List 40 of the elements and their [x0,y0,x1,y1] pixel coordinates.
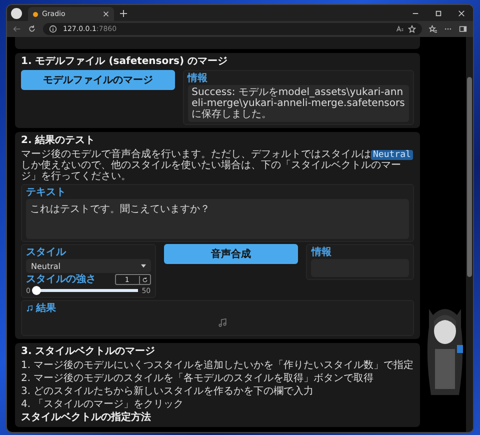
read-aloud-icon[interactable] [396,25,404,33]
reset-icon[interactable] [142,276,148,282]
step-text: 1. マージ後のモデルにいくつスタイルを追加したいかを「作りたいスタイル数」で指定 [21,360,414,371]
music-note-icon [26,305,33,312]
new-tab-icon[interactable] [120,10,127,16]
info-output: Success: モデルをmodel_assets\yukari-anneli-merge\yukari-anneli-merge.safetensorsに保存しました。 [188,85,409,122]
info-icon [49,25,57,33]
field-label: 情報 [311,247,332,258]
scrollbar[interactable] [466,37,473,432]
music-note-icon [218,318,226,327]
field-label: テキスト [26,187,67,198]
field-label: 結果 [36,303,56,314]
favicon-icon [33,12,38,16]
subsection-heading: スタイルベクトルの指定方法 [21,412,152,424]
merge-button[interactable]: モデルファイルのマージ [21,70,175,90]
step-text: 2. マージ後のモデルのスタイルを「各モデルのスタイルを取得」ボタンで取得 [21,373,375,384]
style-dropdown[interactable]: Neutral [26,259,151,273]
star-icon[interactable] [408,25,416,33]
close-icon[interactable] [103,11,109,17]
step-text: 3. どのスタイルたちから新しいスタイルを作るかを下の欄で入力 [21,386,315,397]
field-label: スタイルの強さ [26,274,96,285]
dropdown-value: Neutral [31,262,61,270]
profile-icon[interactable] [11,8,22,18]
section-heading: 1. モデルファイル (safetensors) のマージ [21,56,229,68]
section-heading: 3. スタイルベクトルのマージ [21,346,156,358]
description-text: マージ後のモデルで音声合成を行います。ただし、デフォルトではスタイルは Neutral しか使えないので、他のスタイルを使いたい場合は、下の「スタイルベクトルのマージ」を行ってください。 [21,149,414,182]
strength-slider[interactable] [34,286,138,295]
maximize-icon[interactable] [435,10,442,16]
caret-icon [140,264,146,268]
close-icon[interactable] [458,10,465,16]
sidebar-icon[interactable] [459,25,467,33]
reload-icon[interactable] [28,25,36,33]
field-label: スタイル [26,247,68,258]
section-heading: 2. 結果のテスト [21,135,96,147]
step-text: 4. 「スタイルのマージ」をクリック [21,399,185,410]
synthesize-button[interactable]: 音声合成 [164,244,298,264]
favorites-icon[interactable] [429,25,437,33]
text-input[interactable]: これはテストです。聞こえていますか？ [26,199,409,239]
field-label: 情報 [188,73,209,84]
back-arrow-icon[interactable] [13,25,21,33]
